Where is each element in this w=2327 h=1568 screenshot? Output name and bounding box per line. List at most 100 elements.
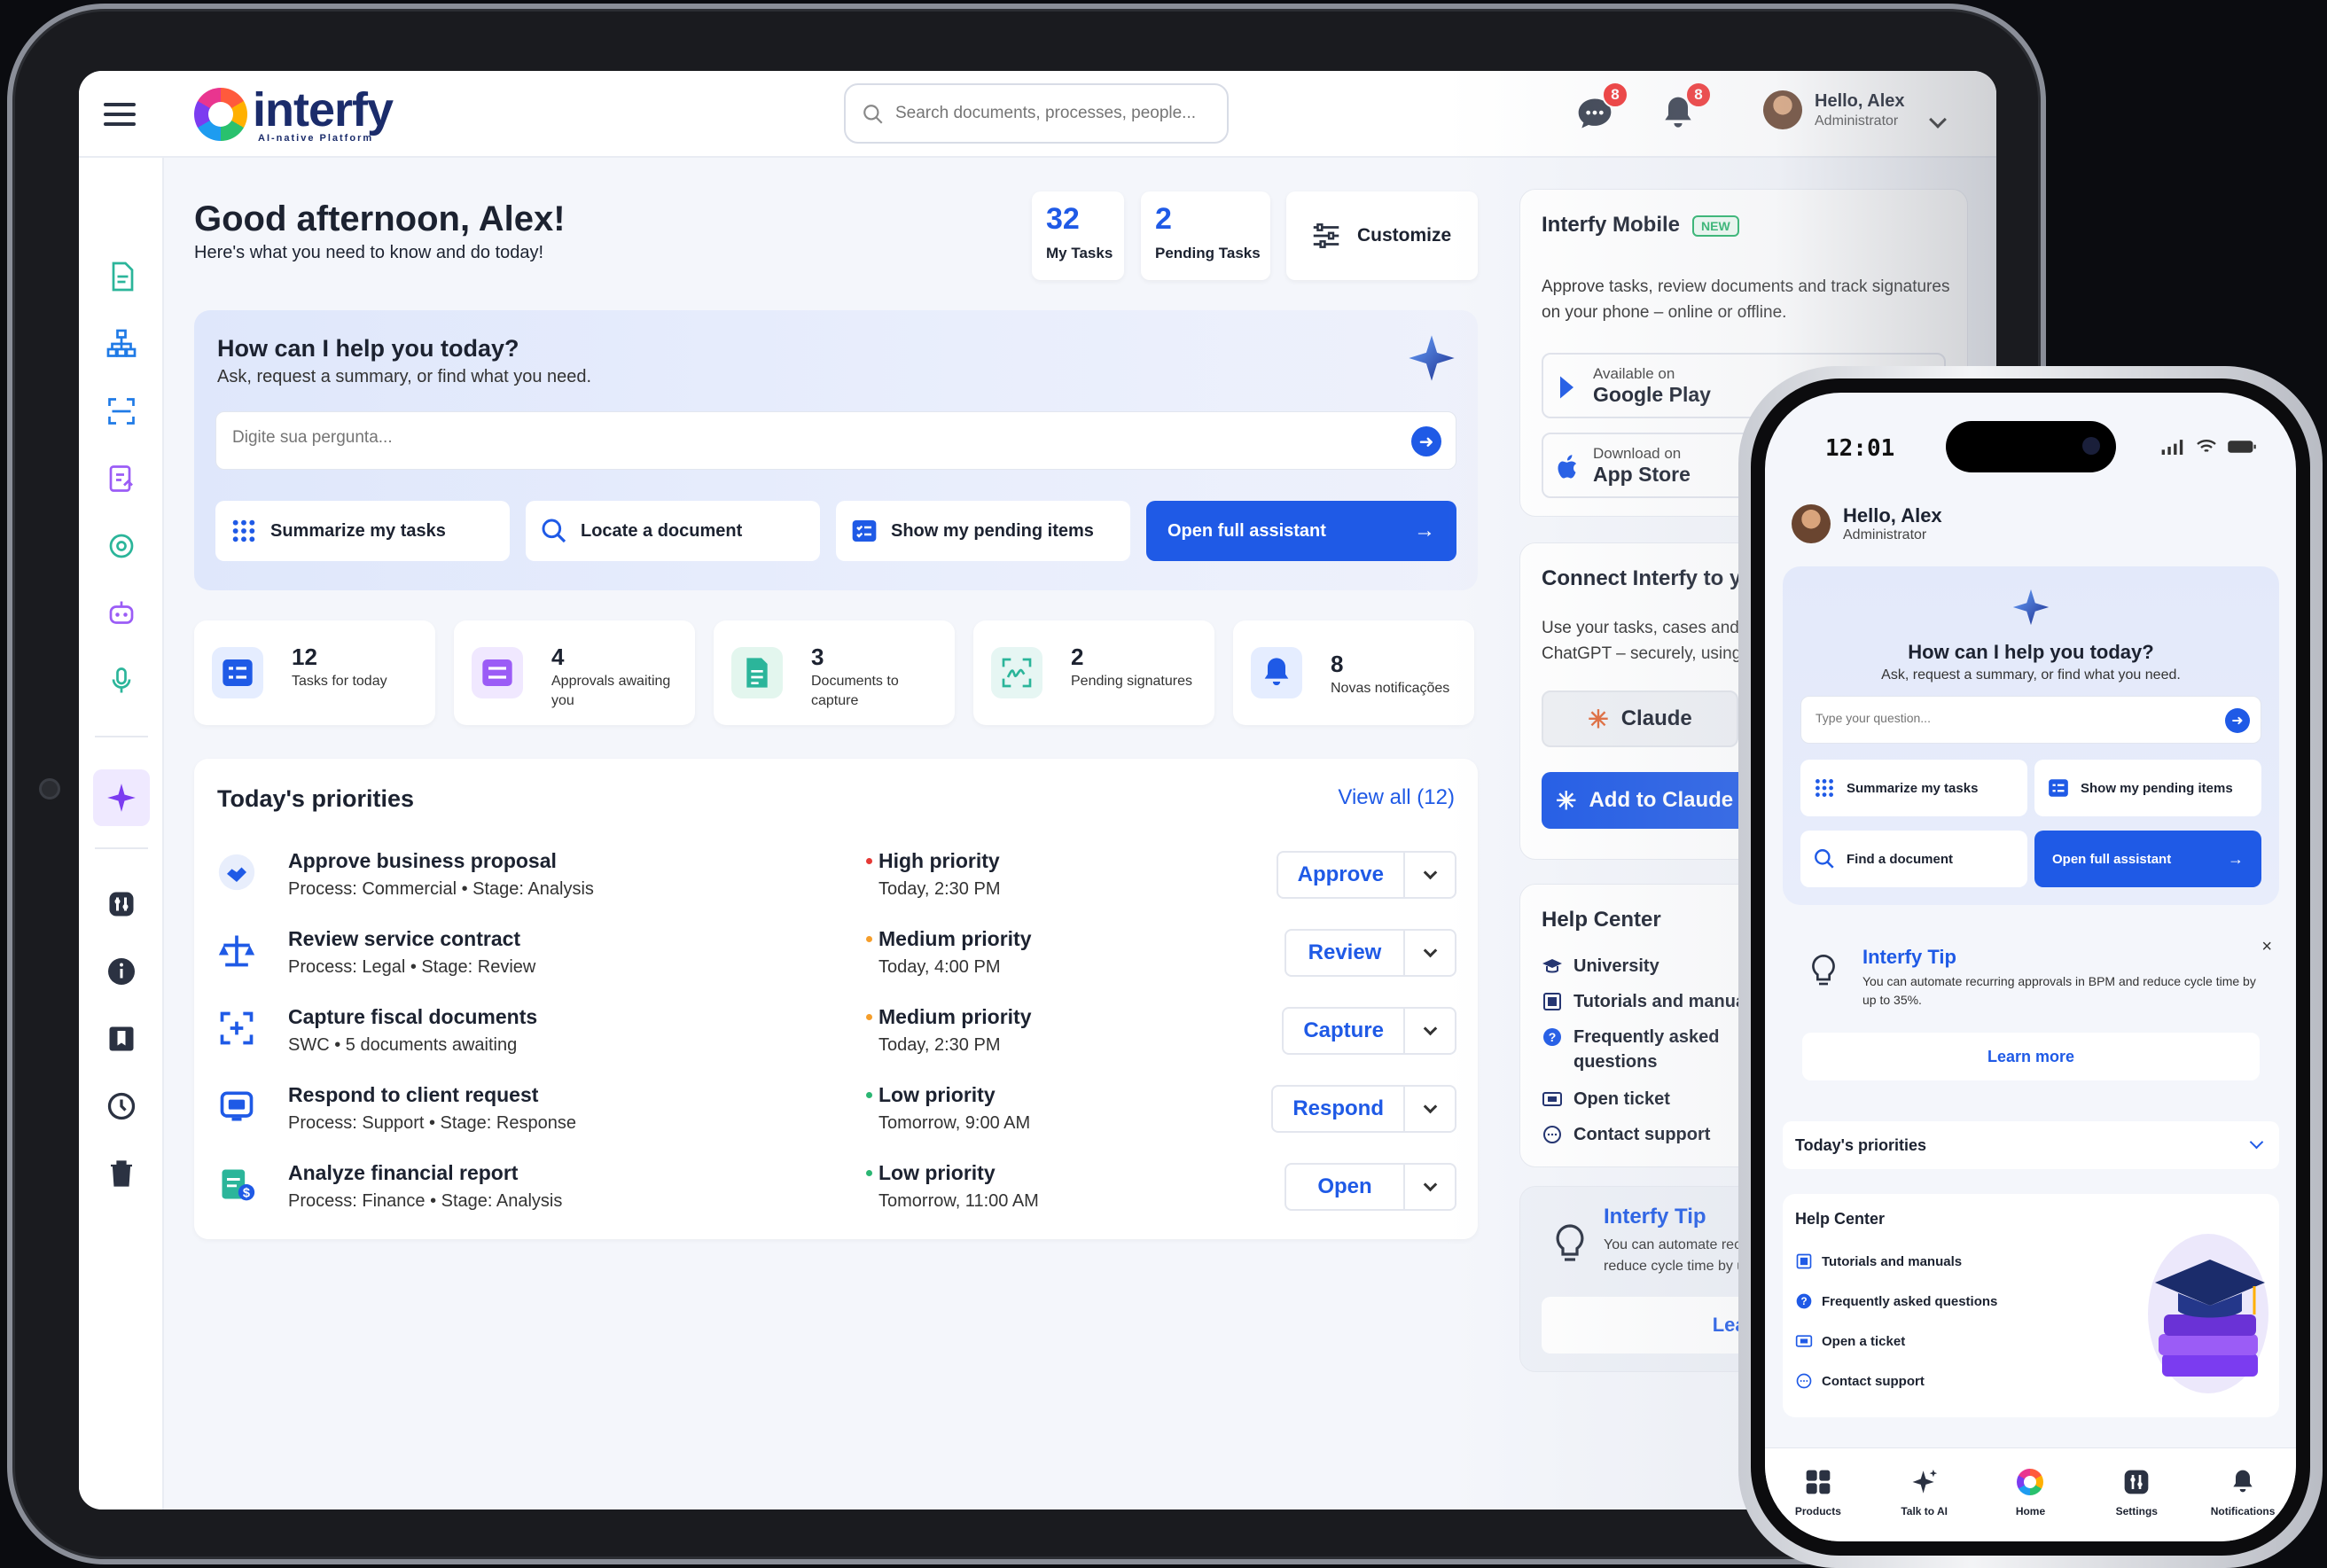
tasks-today-card[interactable]: 12 Tasks for today bbox=[194, 620, 435, 725]
integrations-icon[interactable] bbox=[102, 885, 141, 924]
history-icon[interactable] bbox=[102, 1087, 141, 1126]
customize-button[interactable]: Customize bbox=[1286, 191, 1478, 280]
user-menu[interactable]: Hello, Alex Administrator bbox=[1763, 90, 1905, 129]
priority-action-button[interactable]: Open bbox=[1286, 1165, 1405, 1209]
phone-help-faq[interactable]: ? Frequently asked questions bbox=[1795, 1292, 1997, 1310]
priority-due: Today, 4:00 PM bbox=[878, 957, 1001, 977]
summarize-label: Summarize my tasks bbox=[270, 520, 446, 541]
phone-question-box[interactable]: ➜ bbox=[1800, 696, 2261, 744]
priority-action-button[interactable]: Capture bbox=[1284, 1009, 1405, 1053]
chevron-down-icon[interactable] bbox=[1405, 1165, 1455, 1209]
svg-text:$: $ bbox=[243, 1187, 250, 1201]
priority-action-group: Capture bbox=[1282, 1007, 1456, 1055]
ai-sparkle-icon[interactable] bbox=[93, 769, 150, 826]
documents-icon[interactable] bbox=[102, 257, 141, 296]
priority-row[interactable]: Review service contract Process: Legal • … bbox=[194, 918, 1478, 996]
phone-find-document-button[interactable]: Find a document bbox=[1800, 831, 2027, 887]
summarize-tasks-button[interactable]: Summarize my tasks bbox=[215, 501, 510, 561]
nav-talk-label: Talk to AI bbox=[1901, 1505, 1948, 1517]
documents-label: Documents to capture bbox=[811, 674, 899, 709]
phone-help-tutorials[interactable]: Tutorials and manuals bbox=[1795, 1252, 1962, 1270]
chevron-down-icon[interactable] bbox=[1405, 1009, 1455, 1053]
priority-action-button[interactable]: Approve bbox=[1278, 853, 1405, 897]
nav-products[interactable]: Products bbox=[1769, 1466, 1867, 1541]
scan-icon[interactable] bbox=[102, 392, 141, 431]
phone-pending-button[interactable]: Show my pending items bbox=[2034, 760, 2261, 816]
priority-row[interactable]: Respond to client request Process: Suppor… bbox=[194, 1074, 1478, 1152]
notifications-badge: 8 bbox=[1685, 82, 1712, 108]
robot-icon[interactable] bbox=[102, 594, 141, 633]
add-claude-label: Add to Claude bbox=[1589, 788, 1734, 812]
signatures-card[interactable]: 2 Pending signatures bbox=[973, 620, 1214, 725]
help-ticket-label: Open ticket bbox=[1573, 1089, 1670, 1109]
priority-action-button[interactable]: Respond bbox=[1273, 1087, 1405, 1131]
phone-device: 12:01 Hello, Alex Administrator How can I… bbox=[1738, 366, 2323, 1568]
nav-home[interactable]: Home bbox=[1981, 1466, 2079, 1541]
send-icon[interactable]: ➜ bbox=[2225, 708, 2250, 733]
assistant-input[interactable] bbox=[232, 428, 1385, 448]
search-input[interactable] bbox=[895, 104, 1214, 123]
bookmark-icon[interactable] bbox=[102, 1019, 141, 1058]
phone-help-ticket[interactable]: Open a ticket bbox=[1795, 1332, 1905, 1350]
show-pending-button[interactable]: Show my pending items bbox=[836, 501, 1130, 561]
brand-logo[interactable]: interfy AI-native Platform bbox=[194, 83, 394, 145]
phone-summarize-button[interactable]: Summarize my tasks bbox=[1800, 760, 2027, 816]
close-icon[interactable]: × bbox=[2261, 937, 2272, 957]
gp-small: Available on bbox=[1593, 364, 1675, 382]
pending-tasks-count: 2 bbox=[1155, 202, 1172, 236]
claude-button[interactable]: ✳ Claude bbox=[1542, 690, 1738, 747]
forms-icon[interactable] bbox=[102, 459, 141, 498]
phone-user[interactable]: Hello, Alex Administrator bbox=[1792, 504, 1942, 543]
priority-action-button[interactable]: Review bbox=[1286, 931, 1405, 975]
assistant-input-box[interactable]: ➜ bbox=[215, 411, 1456, 470]
help-faq[interactable]: ? Frequently asked questions bbox=[1542, 1025, 1772, 1074]
priority-title: Respond to client request bbox=[288, 1083, 539, 1106]
help-ticket[interactable]: Open ticket bbox=[1542, 1087, 1670, 1112]
notifications-button[interactable]: 8 bbox=[1659, 82, 1712, 133]
documents-capture-card[interactable]: 3 Documents to capture bbox=[714, 620, 955, 725]
priority-level: Medium priority bbox=[866, 927, 1032, 950]
phone-priorities-accordion[interactable]: Today's priorities bbox=[1783, 1121, 2279, 1169]
help-university[interactable]: University bbox=[1542, 954, 1659, 979]
open-full-assistant-button[interactable]: Open full assistant → bbox=[1146, 501, 1456, 561]
org-chart-icon[interactable] bbox=[102, 324, 141, 363]
view-all-link[interactable]: View all (12) bbox=[1338, 785, 1455, 810]
phone-help-contact[interactable]: Contact support bbox=[1795, 1372, 1925, 1390]
phone-open-assistant-button[interactable]: Open full assistant → bbox=[2034, 831, 2261, 887]
nav-talk-to-ai[interactable]: Talk to AI bbox=[1876, 1466, 1973, 1541]
chevron-down-icon[interactable] bbox=[1929, 111, 1947, 129]
messages-button[interactable]: 8 bbox=[1575, 82, 1628, 133]
help-tutorials[interactable]: Tutorials and manuals bbox=[1542, 989, 1761, 1014]
trash-icon[interactable] bbox=[102, 1154, 141, 1193]
priority-row[interactable]: Capture fiscal documents SWC • 5 document… bbox=[194, 996, 1478, 1074]
phone-question-input[interactable] bbox=[1816, 711, 2188, 725]
menu-icon[interactable] bbox=[104, 103, 136, 126]
pending-tasks-card[interactable]: 2 Pending Tasks bbox=[1141, 191, 1270, 280]
priority-action-group: Approve bbox=[1276, 851, 1456, 899]
approvals-card[interactable]: 4 Approvals awaiting you bbox=[454, 620, 695, 725]
priority-row[interactable]: Approve business proposal Process: Commer… bbox=[194, 840, 1478, 918]
chevron-down-icon[interactable] bbox=[1405, 931, 1455, 975]
nav-notifications[interactable]: Notifications bbox=[2194, 1466, 2292, 1541]
microphone-icon[interactable] bbox=[102, 661, 141, 700]
global-search[interactable] bbox=[844, 83, 1229, 144]
info-icon[interactable] bbox=[102, 952, 141, 991]
settings-gear-icon[interactable] bbox=[102, 527, 141, 566]
my-tasks-card[interactable]: 32 My Tasks bbox=[1032, 191, 1124, 280]
nav-settings[interactable]: Settings bbox=[2088, 1466, 2185, 1541]
brand-tagline: AI-native Platform bbox=[258, 132, 374, 144]
help-contact[interactable]: Contact support bbox=[1542, 1122, 1710, 1147]
signal-icon bbox=[2161, 440, 2183, 455]
send-icon[interactable]: ➜ bbox=[1411, 426, 1441, 456]
locate-document-button[interactable]: Locate a document bbox=[526, 501, 820, 561]
scale-icon bbox=[217, 931, 256, 970]
ticket-icon bbox=[1795, 1335, 1813, 1347]
notifications-card[interactable]: 8 Novas notificações bbox=[1233, 620, 1474, 725]
pending-tasks-label: Pending Tasks bbox=[1155, 245, 1261, 261]
chevron-down-icon[interactable] bbox=[1405, 1087, 1455, 1131]
chevron-down-icon[interactable] bbox=[1405, 853, 1455, 897]
phone-learn-more-button[interactable]: Learn more bbox=[1802, 1033, 2260, 1080]
finance-report-icon: $ bbox=[217, 1165, 256, 1204]
priority-row[interactable]: $ Analyze financial report Process: Financ… bbox=[194, 1152, 1478, 1230]
bottom-nav: Products Talk to AI Home Settings Notifi… bbox=[1765, 1447, 2296, 1541]
